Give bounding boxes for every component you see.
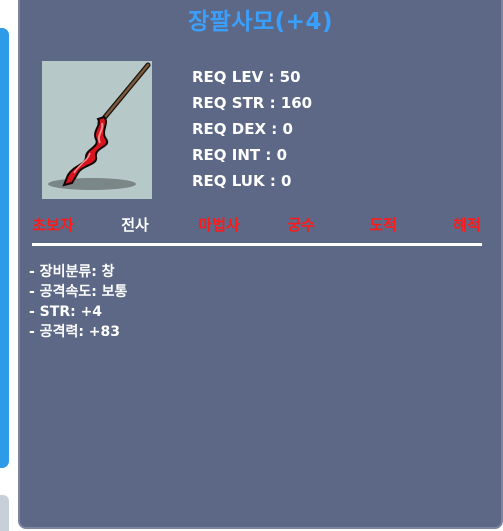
item-name: 장팔사모(+4) bbox=[188, 9, 333, 35]
req-str: REQ STR : 160 bbox=[192, 94, 313, 112]
spear-icon bbox=[48, 62, 151, 190]
req-int: REQ INT : 0 bbox=[192, 146, 288, 164]
background-panel-edge bbox=[0, 28, 9, 468]
req-level: REQ LEV : 50 bbox=[192, 68, 301, 86]
stat-attack-speed: - 공격속도: 보통 bbox=[29, 284, 128, 300]
req-dex: REQ DEX : 0 bbox=[192, 120, 293, 138]
job-beginner: 초보자 bbox=[32, 216, 74, 234]
job-pirate: 해적 bbox=[453, 216, 481, 234]
job-archer: 궁수 bbox=[287, 216, 315, 234]
stat-equip-type: - 장비분류: 창 bbox=[29, 264, 115, 280]
requirements-list: REQ LEV : 50 REQ STR : 160 REQ DEX : 0 R… bbox=[192, 66, 312, 196]
item-stats: - 장비분류: 창 - 공격속도: 보통 - STR: +4 - 공격력: +8… bbox=[29, 262, 127, 342]
stat-str: - STR: +4 bbox=[29, 304, 103, 320]
background-panel-edge-lower bbox=[0, 495, 9, 531]
job-magician: 마법사 bbox=[198, 216, 240, 234]
job-thief: 도적 bbox=[369, 216, 397, 234]
req-luk: REQ LUK : 0 bbox=[192, 172, 292, 190]
job-warrior: 전사 bbox=[121, 216, 149, 234]
divider bbox=[32, 243, 482, 246]
stat-attack: - 공격력: +83 bbox=[29, 324, 121, 340]
item-icon-frame bbox=[42, 61, 152, 199]
item-tooltip: 장팔사모(+4) REQ LEV : 50 REQ STR : 160 REQ … bbox=[18, 0, 503, 529]
job-list: 초보자 전사 마법사 궁수 도적 해적 bbox=[20, 214, 503, 238]
